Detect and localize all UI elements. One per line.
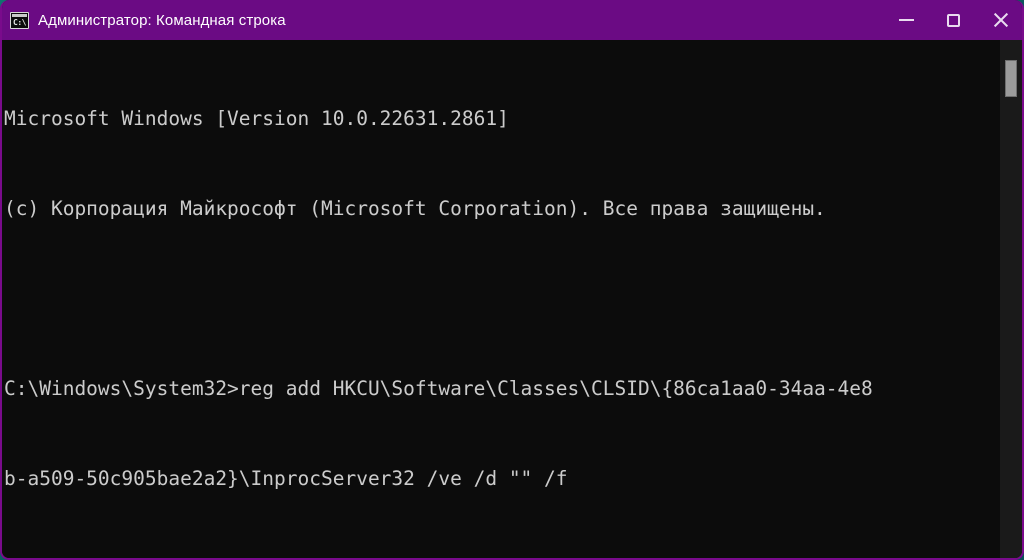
close-icon	[993, 12, 1009, 28]
title-bar[interactable]: C:\ Администратор: Командная строка	[2, 0, 1022, 40]
window-controls	[883, 0, 1022, 40]
console-line: Операция успешно завершена.	[4, 554, 996, 558]
scrollbar-thumb[interactable]	[1005, 60, 1017, 97]
console-output-area[interactable]: Microsoft Windows [Version 10.0.22631.28…	[2, 40, 1022, 558]
minimize-icon	[899, 19, 914, 21]
maximize-button[interactable]	[930, 0, 977, 40]
vertical-scrollbar[interactable]	[1000, 40, 1022, 558]
console-line: b-a509-50c905bae2a2}\InprocServer32 /ve …	[4, 467, 568, 490]
close-button[interactable]	[977, 0, 1022, 40]
cmd-icon-glyph: C:\	[13, 17, 26, 27]
console-text: Microsoft Windows [Version 10.0.22631.28…	[4, 44, 996, 558]
console-line: C:\Windows\System32>reg add HKCU\Softwar…	[4, 377, 873, 400]
cmd-console-icon: C:\	[10, 11, 29, 29]
console-line: (c) Корпорация Майкрософт (Microsoft Cor…	[4, 197, 826, 220]
maximize-icon	[947, 13, 960, 27]
command-prompt-window: C:\ Администратор: Командная строка Micr…	[0, 0, 1024, 560]
console-line: Microsoft Windows [Version 10.0.22631.28…	[4, 107, 509, 130]
minimize-button[interactable]	[883, 0, 930, 40]
window-title: Администратор: Командная строка	[38, 11, 286, 29]
